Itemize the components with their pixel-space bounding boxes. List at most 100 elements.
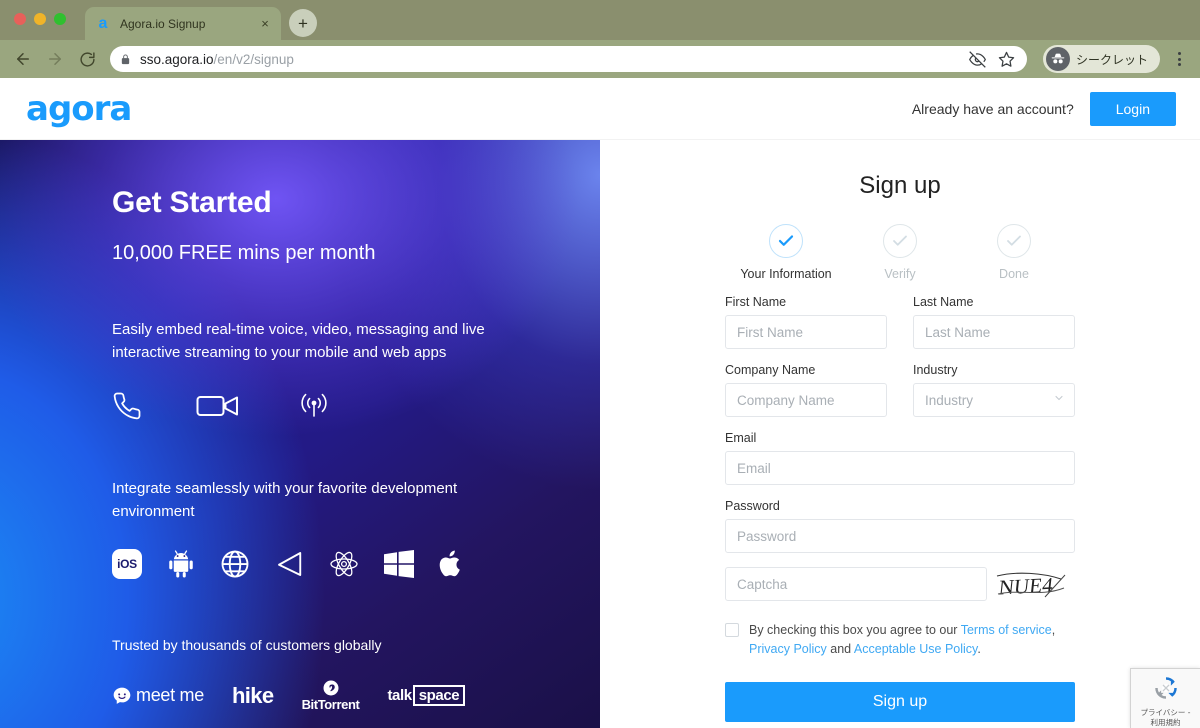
terms-checkbox[interactable] [725,623,739,637]
browser-tab[interactable]: a Agora.io Signup × [85,7,281,40]
page-title: Sign up [859,172,941,199]
incognito-indicator[interactable]: シークレット [1042,45,1160,73]
terms-prefix: By checking this box you agree to our [749,623,961,637]
close-tab-icon[interactable]: × [257,16,273,32]
terms-row: By checking this box you agree to our Te… [725,621,1075,660]
recaptcha-logo-icon [1151,673,1181,708]
step-your-information[interactable]: Your Information [731,224,841,281]
company-row: Company Name Industry [725,349,1075,417]
terms-text: By checking this box you agree to our Te… [749,621,1075,660]
lock-icon [120,53,132,66]
url-text: sso.agora.io/en/v2/signup [140,52,294,67]
browser-titlebar: a Agora.io Signup × + [0,0,1200,40]
close-window-button[interactable] [14,13,26,25]
android-icon [166,549,196,579]
check-icon [769,224,803,258]
email-field: Email [725,431,1075,485]
star-icon[interactable] [998,51,1015,68]
url-domain: sso.agora.io [140,51,214,67]
page-content: agora Already have an account? Login Get… [0,78,1200,728]
phone-icon [112,391,142,421]
password-input[interactable] [725,519,1075,553]
maximize-window-button[interactable] [54,13,66,25]
agora-favicon-icon: a [98,14,108,32]
three-dots-menu-icon[interactable] [1166,46,1192,72]
step-label: Done [999,267,1029,281]
recaptcha-privacy-text: プライバシー - [1140,708,1191,717]
hero-subtitle: 10,000 FREE mins per month [112,242,376,264]
hike-logo: hike [231,682,274,708]
step-done[interactable]: Done [959,224,1069,281]
back-arrow-icon[interactable] [8,44,38,74]
browser-toolbar: sso.agora.io/en/v2/signup シークレット [0,40,1200,78]
omnibox-actions [968,50,1017,68]
tab-strip: a Agora.io Signup × + [0,0,1200,40]
password-label: Password [725,499,780,513]
company-name-input[interactable] [725,383,887,417]
industry-select[interactable] [913,383,1075,417]
captcha-image[interactable]: NUE4 [995,567,1067,601]
react-icon [328,549,360,579]
browser-window: a Agora.io Signup × + sso.agora.io/en/v2… [0,0,1200,728]
forward-arrow-icon[interactable] [40,44,70,74]
new-tab-button[interactable]: + [289,9,317,37]
industry-field: Industry [913,363,1075,417]
last-name-label: Last Name [913,295,974,309]
recaptcha-badge[interactable]: プライバシー - 利用規約 [1130,668,1200,728]
ios-label: iOS [112,549,142,579]
minimize-window-button[interactable] [34,13,46,25]
signup-button[interactable]: Sign up [725,681,1075,722]
acceptable-use-policy-link[interactable]: Acceptable Use Policy [854,642,977,656]
talkspace-label-b: space [412,685,466,706]
media-capability-icons [112,390,600,422]
company-name-field: Company Name [725,363,887,417]
login-button[interactable]: Login [1089,91,1176,126]
bittorrent-label: BitTorrent [301,697,360,712]
talkspace-logo: talk space [387,685,466,706]
first-name-input[interactable] [725,315,887,349]
first-name-field: First Name [725,295,887,349]
last-name-field: Last Name [913,295,1075,349]
hero-description: Easily embed real-time voice, video, mes… [112,321,485,361]
email-input[interactable] [725,451,1075,485]
incognito-label: シークレット [1075,52,1148,67]
step-verify[interactable]: Verify [845,224,955,281]
apple-icon [438,549,464,579]
terms-of-service-link[interactable]: Terms of service [961,623,1052,637]
step-label: Your Information [740,267,832,281]
recaptcha-terms-text: 利用規約 [1150,717,1181,727]
customer-logos: meet me hike BitTorrent talk space [112,679,600,712]
tab-title: Agora.io Signup [120,16,206,31]
captcha-row: NUE4 [725,567,1075,601]
hero-panel: Get Started 10,000 FREE mins per month E… [0,140,600,728]
captcha-input[interactable] [725,567,987,601]
name-row: First Name Last Name [725,281,1075,349]
site-header: agora Already have an account? Login [0,78,1200,140]
meetme-logo: meet me [112,685,204,706]
first-name-label: First Name [725,295,787,309]
hero-integrate-text: Integrate seamlessly with your favorite … [112,480,458,520]
main-content: Get Started 10,000 FREE mins per month E… [0,140,1200,728]
windows-icon [384,550,414,578]
company-name-label: Company Name [725,363,816,377]
url-path: /en/v2/signup [213,51,294,67]
email-label: Email [725,431,757,445]
meetme-label: meet me [136,685,204,705]
password-field: Password [725,499,1075,553]
signup-stepper: Your Information Verify Done [725,224,1075,281]
terms-and: and [826,642,854,657]
header-actions: Already have an account? Login [912,91,1176,126]
eye-slash-icon[interactable] [968,50,986,68]
signup-form-panel: Sign up Your Information Verify Done Fir… [600,140,1200,728]
terms-comma: , [1051,623,1056,637]
last-name-input[interactable] [913,315,1075,349]
address-bar[interactable]: sso.agora.io/en/v2/signup [110,46,1027,72]
hero-title: Get Started [112,186,272,219]
video-camera-icon [196,391,240,421]
reload-icon[interactable] [72,44,102,74]
bittorrent-logo: BitTorrent [302,679,360,712]
privacy-policy-link[interactable]: Privacy Policy [749,642,827,656]
talkspace-label-a: talk [387,687,412,704]
hero-trusted-text: Trusted by thousands of customers global… [112,637,382,653]
agora-logo[interactable]: agora [26,92,132,126]
